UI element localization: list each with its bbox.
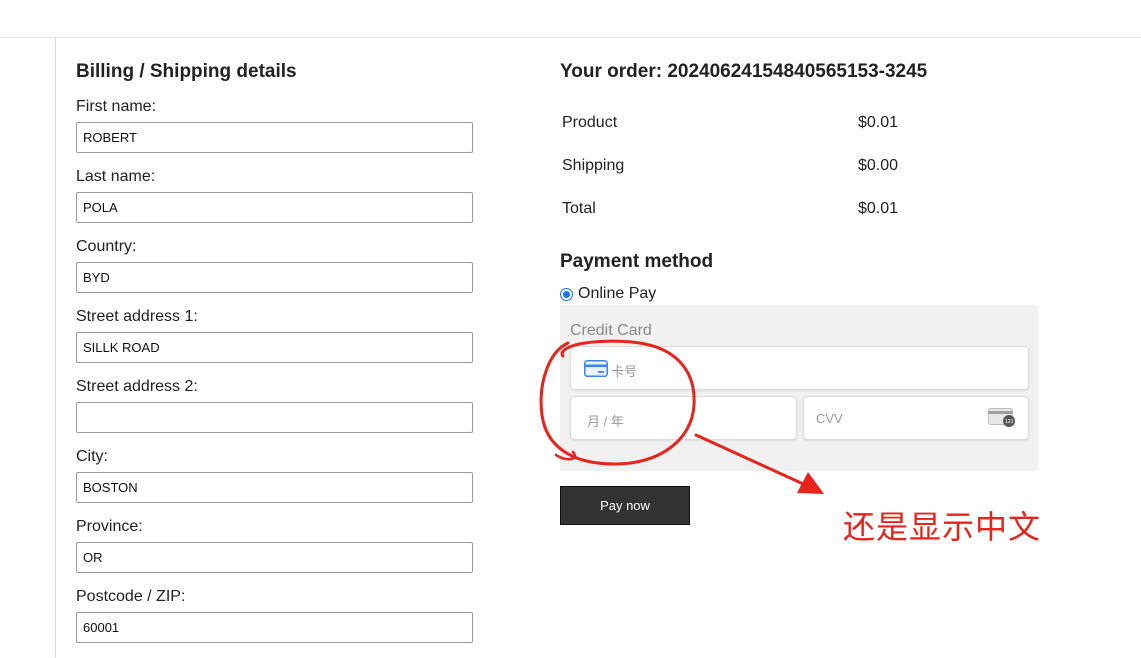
city-label: City: bbox=[76, 448, 108, 465]
postcode-field: Postcode / ZIP: 60001 bbox=[76, 587, 476, 657]
province-label: Province: bbox=[76, 518, 143, 535]
first-name-input[interactable]: ROBERT bbox=[76, 122, 473, 153]
shipping-value: $0.00 bbox=[858, 157, 899, 174]
product-value: $0.01 bbox=[858, 114, 899, 131]
street-address-2-input[interactable] bbox=[76, 402, 473, 433]
billing-title: Billing / Shipping details bbox=[76, 61, 297, 82]
first-name-field: First name: ROBERT bbox=[76, 97, 476, 167]
street-address-2-label: Street address 2: bbox=[76, 378, 198, 395]
country-label: Country: bbox=[76, 238, 137, 255]
order-title: Your order: 20240624154840565153-3245 bbox=[560, 61, 928, 82]
first-name-label: First name: bbox=[76, 98, 157, 115]
annotation-text: 还是显示中文 bbox=[843, 508, 1042, 546]
credit-card-title: Credit Card bbox=[570, 322, 652, 339]
postcode-label: Postcode / ZIP: bbox=[76, 588, 186, 605]
annotation-arrow-head bbox=[797, 472, 824, 494]
online-pay-label[interactable]: Online Pay bbox=[578, 285, 656, 303]
top-bar bbox=[0, 0, 1141, 38]
table-row: Product $0.01 bbox=[562, 110, 898, 153]
street-address-1-field: Street address 1: SILLK ROAD bbox=[76, 307, 476, 377]
city-input[interactable]: BOSTON bbox=[76, 472, 473, 503]
last-name-label: Last name: bbox=[76, 168, 156, 185]
payment-method-title: Payment method bbox=[560, 251, 714, 272]
credit-card-icon bbox=[584, 360, 608, 377]
content-left-border bbox=[55, 38, 56, 658]
street-address-1-input[interactable]: SILLK ROAD bbox=[76, 332, 473, 363]
card-number-placeholder: 卡号 bbox=[611, 364, 638, 379]
expiry-input[interactable]: 月 / 年 bbox=[570, 396, 797, 440]
product-label: Product bbox=[562, 114, 618, 131]
last-name-input[interactable]: POLA bbox=[76, 192, 473, 223]
order-section: Your order: 20240624154840565153-3245 Pr… bbox=[560, 60, 1040, 239]
online-pay-radio[interactable] bbox=[560, 287, 573, 301]
cvv-card-icon: 123 bbox=[988, 408, 1015, 427]
last-name-field: Last name: POLA bbox=[76, 167, 476, 237]
total-value: $0.01 bbox=[858, 200, 899, 217]
credit-card-panel: Credit Card 卡号 月 / 年 CVV 123 bbox=[560, 305, 1038, 471]
street-address-2-field: Street address 2: bbox=[76, 377, 476, 447]
province-field: Province: OR bbox=[76, 517, 476, 587]
table-row: Total $0.01 bbox=[562, 196, 898, 239]
total-label: Total bbox=[562, 200, 596, 217]
country-field: Country: BYD bbox=[76, 237, 476, 307]
expiry-placeholder: 月 / 年 bbox=[587, 414, 624, 429]
table-row: Shipping $0.00 bbox=[562, 153, 898, 196]
city-field: City: BOSTON bbox=[76, 447, 476, 517]
shipping-label: Shipping bbox=[562, 157, 625, 174]
cvv-placeholder: CVV bbox=[816, 411, 843, 426]
country-input[interactable]: BYD bbox=[76, 262, 473, 293]
online-pay-option[interactable]: Online Pay bbox=[560, 285, 656, 303]
cvv-badge-text: 123 bbox=[1005, 419, 1014, 425]
billing-section: Billing / Shipping details First name: R… bbox=[76, 60, 476, 657]
card-number-input[interactable]: 卡号 bbox=[570, 346, 1029, 390]
province-input[interactable]: OR bbox=[76, 542, 473, 573]
cvv-input[interactable]: CVV 123 bbox=[803, 396, 1029, 440]
pay-now-button[interactable]: Pay now bbox=[560, 486, 690, 525]
postcode-input[interactable]: 60001 bbox=[76, 612, 473, 643]
street-address-1-label: Street address 1: bbox=[76, 308, 198, 325]
order-table: Product $0.01 Shipping $0.00 Total $0.01 bbox=[562, 110, 898, 239]
